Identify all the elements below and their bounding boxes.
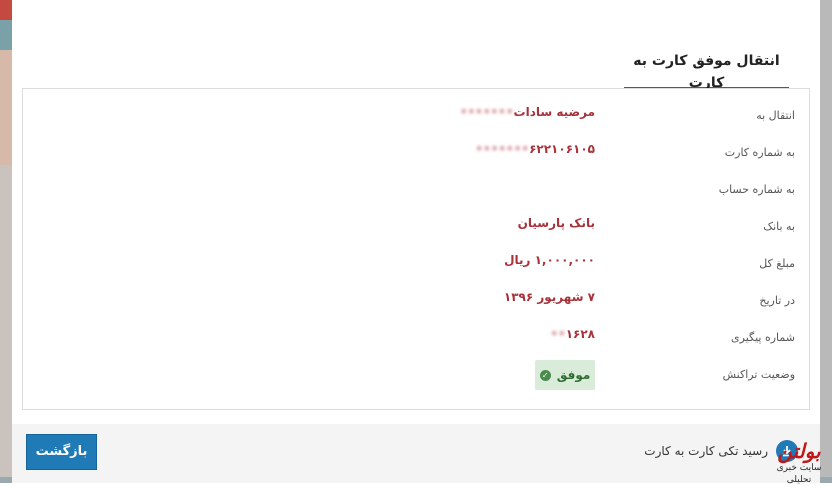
tracking-digits: ۱۶۲۸ <box>565 327 595 341</box>
check-icon: ✓ <box>539 369 551 381</box>
background-strip-teal <box>0 20 12 50</box>
status-label: وضعیت تراکنش <box>722 368 795 381</box>
background-strip-red <box>0 0 12 20</box>
news-site-watermark: بولتن سایت خبری تحلیلی <box>769 440 829 486</box>
amount-value: ۱,۰۰۰,۰۰۰ ریال <box>504 253 595 267</box>
back-button[interactable]: بازگشت <box>26 434 97 470</box>
detail-row-account-number: به شماره حساب <box>23 181 809 211</box>
watermark-subtitle: سایت خبری تحلیلی <box>776 463 822 485</box>
modal-tab-bar: انتقال موفق کارت به کارت <box>12 0 820 91</box>
status-badge: موفق ✓ <box>535 360 595 390</box>
modal-footer: بازگشت رسید تکی کارت به کارت <box>12 424 820 483</box>
tab-successful-transfer[interactable]: انتقال موفق کارت به کارت <box>624 50 789 91</box>
date-value: ۷ شهریور ۱۳۹۶ <box>503 290 595 304</box>
recipient-value: مرضیه سادات••••••• <box>460 103 595 121</box>
background-page-left <box>0 0 12 483</box>
bank-label: به بانک <box>763 220 795 233</box>
account-number-label: به شماره حساب <box>718 183 795 196</box>
recipient-label: انتقال به <box>756 109 795 122</box>
detail-row-bank: به بانک بانک پارسیان <box>23 216 809 248</box>
card-number-label: به شماره کارت <box>724 146 795 159</box>
detail-row-amount: مبلغ کل ۱,۰۰۰,۰۰۰ ریال <box>23 253 809 285</box>
detail-row-date: در تاریخ ۷ شهریور ۱۳۹۶ <box>23 290 809 322</box>
amount-label: مبلغ کل <box>759 257 795 270</box>
recipient-masked: ••••••• <box>459 105 514 119</box>
detail-row-recipient: انتقال به مرضیه سادات••••••• <box>23 105 809 137</box>
detail-row-tracking: شماره پیگیری ۱۶۲۸•• <box>23 327 809 359</box>
detail-row-card-number: به شماره کارت ۶۲۲۱۰۶۱۰۵••••••• <box>23 142 809 174</box>
card-number-digits: ۶۲۲۱۰۶۱۰۵ <box>529 142 595 156</box>
card-number-value: ۶۲۲۱۰۶۱۰۵••••••• <box>475 140 595 158</box>
transfer-result-modal: انتقال موفق کارت به کارت انتقال به مرضیه… <box>12 0 820 483</box>
recipient-name: مرضیه سادات <box>513 105 595 119</box>
background-strip-tan <box>0 50 12 165</box>
tracking-value: ۱۶۲۸•• <box>550 325 595 343</box>
date-label: در تاریخ <box>759 294 795 307</box>
detail-row-status: وضعیت تراکنش موفق ✓ <box>23 360 809 396</box>
receipt-label: رسید تکی کارت به کارت <box>644 444 768 458</box>
card-number-masked: ••••••• <box>475 142 530 156</box>
transfer-details-panel: انتقال به مرضیه سادات••••••• به شماره کا… <box>22 88 810 410</box>
tracking-label: شماره پیگیری <box>731 331 795 344</box>
tracking-masked: •• <box>550 327 566 341</box>
background-page-right <box>820 0 832 483</box>
bank-value: بانک پارسیان <box>517 216 595 230</box>
watermark-logo: بولتن <box>777 439 821 463</box>
status-text: موفق <box>556 368 591 382</box>
